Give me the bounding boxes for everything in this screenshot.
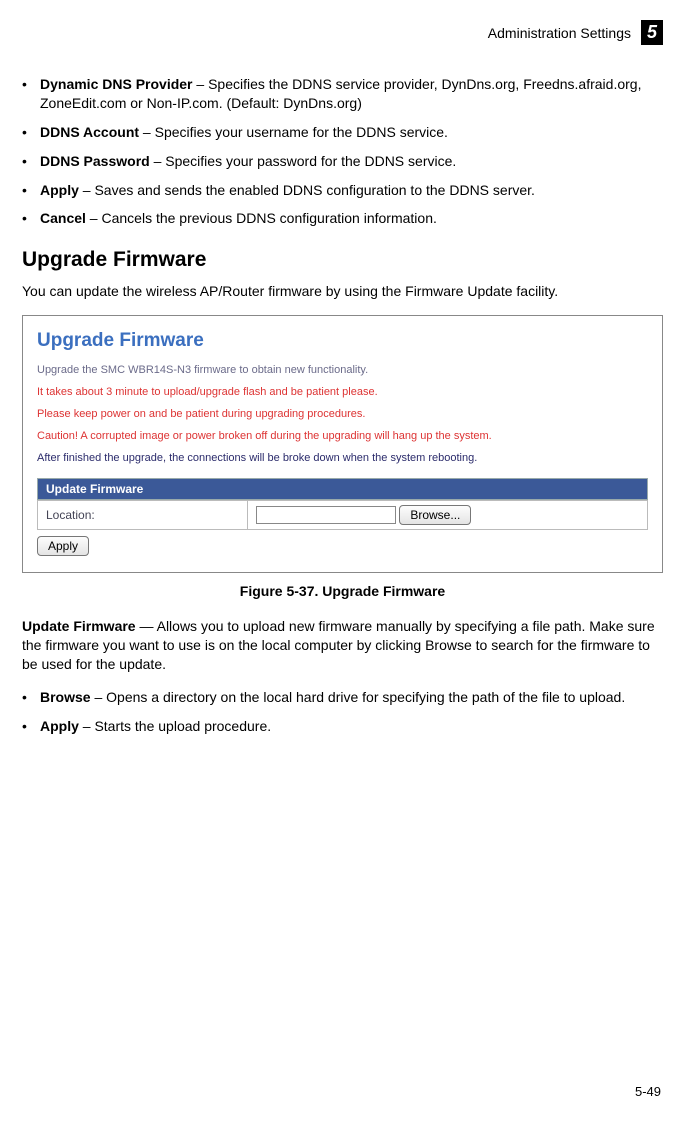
bullet-icon: •	[22, 181, 30, 200]
list-item: • Apply – Saves and sends the enabled DD…	[22, 181, 663, 200]
screenshot-msg: It takes about 3 minute to upload/upgrad…	[37, 386, 648, 398]
update-firmware-bar: Update Firmware	[37, 478, 648, 500]
chapter-number-badge: 5	[641, 20, 663, 45]
term: Dynamic DNS Provider	[40, 76, 193, 92]
list-item: • Cancel – Cancels the previous DDNS con…	[22, 209, 663, 228]
screenshot-title: Upgrade Firmware	[37, 330, 648, 352]
firmware-form-table: Location: Browse...	[37, 500, 648, 530]
ddns-definition-list: • Dynamic DNS Provider – Specifies the D…	[22, 75, 663, 228]
list-item: • Dynamic DNS Provider – Specifies the D…	[22, 75, 663, 113]
screenshot-msg: After finished the upgrade, the connecti…	[37, 452, 648, 464]
term-desc: – Saves and sends the enabled DDNS confi…	[79, 182, 535, 198]
section-heading: Upgrade Firmware	[22, 248, 663, 272]
list-item: • Apply – Starts the upload procedure.	[22, 717, 663, 736]
term-desc: – Specifies your password for the DDNS s…	[150, 153, 457, 169]
section-intro: You can update the wireless AP/Router fi…	[22, 282, 663, 301]
bullet-icon: •	[22, 209, 30, 228]
apply-button[interactable]: Apply	[37, 536, 89, 556]
term-desc: – Specifies your username for the DDNS s…	[139, 124, 448, 140]
term: Browse	[40, 689, 91, 705]
term: DDNS Account	[40, 124, 139, 140]
term: DDNS Password	[40, 153, 150, 169]
location-input-cell: Browse...	[248, 501, 648, 530]
screenshot-msg: Upgrade the SMC WBR14S-N3 firmware to ob…	[37, 364, 648, 376]
browse-button[interactable]: Browse...	[399, 505, 471, 525]
term-desc: – Opens a directory on the local hard dr…	[91, 689, 626, 705]
list-item: • DDNS Password – Specifies your passwor…	[22, 152, 663, 171]
term: Update Firmware	[22, 618, 136, 634]
term-desc: – Cancels the previous DDNS configuratio…	[86, 210, 437, 226]
post-definition-list: • Browse – Opens a directory on the loca…	[22, 688, 663, 736]
location-label: Location:	[38, 501, 248, 530]
term: Apply	[40, 718, 79, 734]
list-item: • Browse – Opens a directory on the loca…	[22, 688, 663, 707]
update-firmware-para: Update Firmware — Allows you to upload n…	[22, 617, 663, 674]
bullet-icon: •	[22, 717, 30, 736]
figure-caption: Figure 5-37. Upgrade Firmware	[22, 583, 663, 599]
screenshot-msg: Caution! A corrupted image or power brok…	[37, 430, 648, 442]
bullet-icon: •	[22, 688, 30, 707]
list-item: • DDNS Account – Specifies your username…	[22, 123, 663, 142]
bullet-icon: •	[22, 152, 30, 171]
term: Apply	[40, 182, 79, 198]
screenshot-msg: Please keep power on and be patient duri…	[37, 408, 648, 420]
header-section-title: Administration Settings	[488, 25, 631, 41]
term: Cancel	[40, 210, 86, 226]
bullet-icon: •	[22, 75, 30, 113]
firmware-screenshot: Upgrade Firmware Upgrade the SMC WBR14S-…	[22, 315, 663, 573]
page-header: Administration Settings 5	[22, 20, 663, 45]
location-input[interactable]	[256, 506, 396, 524]
bullet-icon: •	[22, 123, 30, 142]
term-desc: – Starts the upload procedure.	[79, 718, 271, 734]
page-number: 5-49	[635, 1084, 661, 1099]
